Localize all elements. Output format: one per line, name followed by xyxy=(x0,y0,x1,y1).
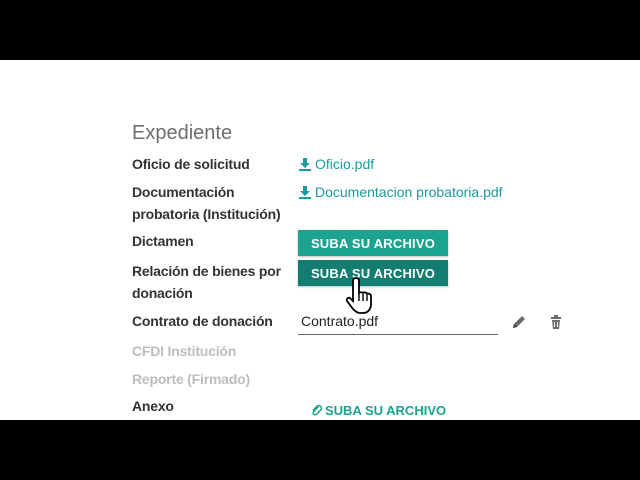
download-icon xyxy=(299,186,311,199)
upload-anexo-button[interactable]: SUBA SU ARCHIVO xyxy=(310,402,446,420)
upload-anexo-label: SUBA SU ARCHIVO xyxy=(325,403,447,418)
section-title: Expediente xyxy=(132,122,233,144)
contrato-file-field[interactable]: Contrato.pdf xyxy=(298,309,498,335)
upload-dictamen-button[interactable]: SUBA SU ARCHIVO xyxy=(298,230,448,256)
label-relacion-bienes: Relación de bienes por donación xyxy=(132,263,281,301)
label-cfdi-institucion: CFDI Institución xyxy=(132,343,237,359)
label-contrato-donacion: Contrato de donación xyxy=(132,313,273,329)
label-reporte-firmado: Reporte (Firmado) xyxy=(132,371,250,387)
download-documentacion-link[interactable]: Documentacion probatoria.pdf xyxy=(298,181,503,203)
paperclip-icon xyxy=(312,404,323,416)
label-dictamen: Dictamen xyxy=(132,233,194,249)
label-documentacion-probatoria: Documentación probatoria (Institución) xyxy=(132,184,281,222)
expediente-panel: Expediente Oficio de solicitud Oficio.pd… xyxy=(0,60,640,420)
upload-relacion-bienes-button[interactable]: SUBA SU ARCHIVO xyxy=(298,260,448,286)
download-icon xyxy=(299,158,311,171)
download-oficio-link[interactable]: Oficio.pdf xyxy=(298,153,374,175)
trash-icon[interactable] xyxy=(548,314,564,330)
pencil-icon[interactable] xyxy=(511,314,527,330)
label-anexo: Anexo xyxy=(132,398,174,414)
file-name-oficio: Oficio.pdf xyxy=(315,156,375,172)
file-name-documentacion: Documentacion probatoria.pdf xyxy=(315,184,503,200)
label-oficio-solicitud: Oficio de solicitud xyxy=(132,156,250,172)
